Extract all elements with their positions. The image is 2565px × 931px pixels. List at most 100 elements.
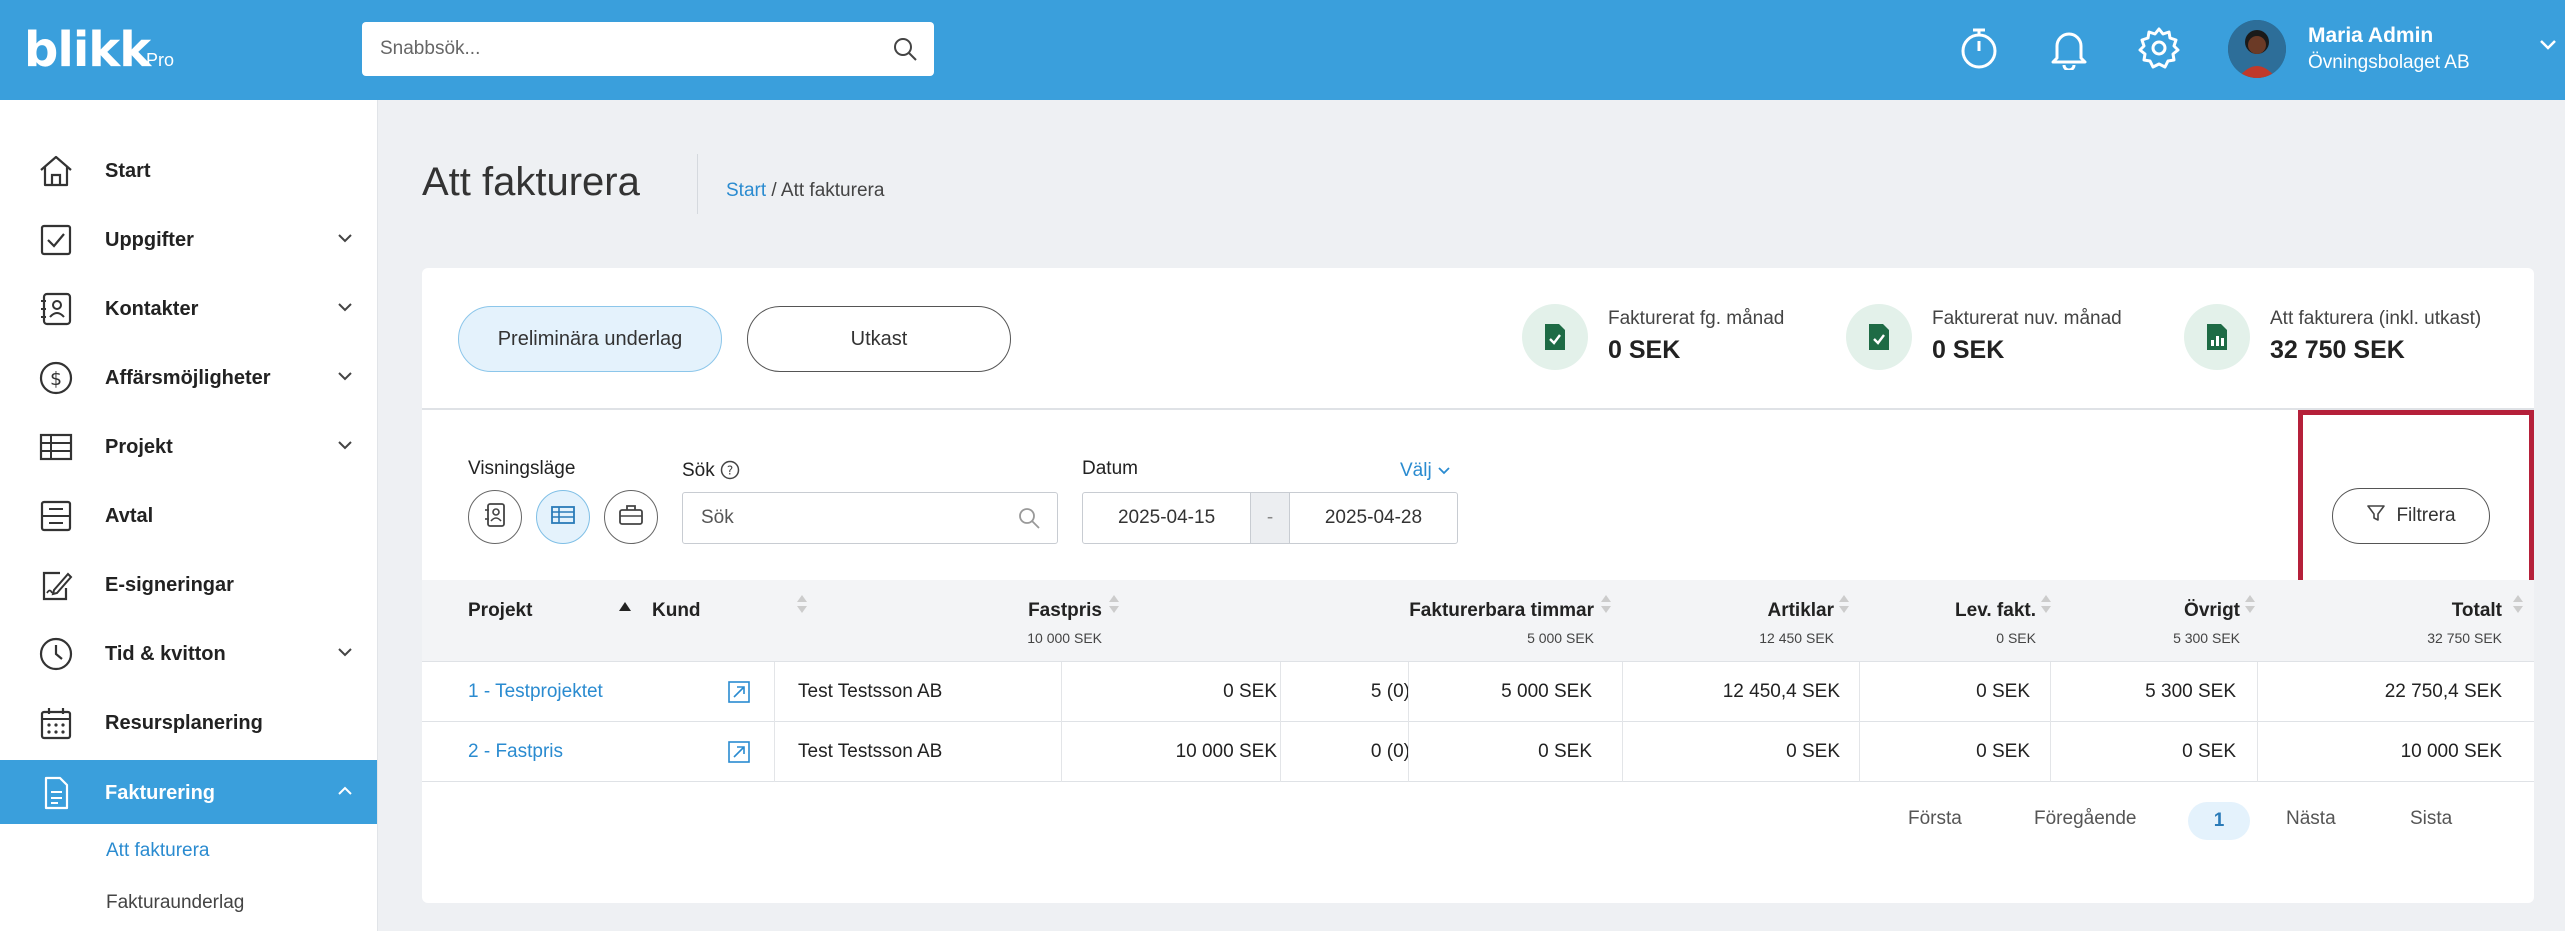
cell-hours-quantity: 0 (0)	[1370, 741, 1410, 762]
project-link[interactable]: 2 - Fastpris	[468, 722, 563, 782]
column-divider	[1859, 722, 1860, 782]
sort-icon[interactable]	[1838, 594, 1850, 619]
avatar[interactable]	[2228, 20, 2286, 78]
sidebar-item-label: Kontakter	[105, 298, 199, 320]
column-divider	[774, 722, 775, 782]
signature-icon	[38, 568, 74, 607]
search-icon[interactable]	[892, 36, 918, 67]
top-bar: blikk Pro Maria Admin Övningsbolaget AB	[0, 0, 2565, 100]
sidebar-item-kontakter[interactable]: Kontakter	[0, 276, 377, 340]
column-header-label: Artiklar	[1767, 600, 1834, 621]
app-logo-pro: Pro	[146, 50, 175, 70]
project-link-text[interactable]: 1 - Testprojektet	[468, 681, 603, 703]
sidebar-item-label: Affärsmöjligheter	[105, 367, 271, 389]
clock-icon	[38, 637, 74, 676]
column-divider	[1859, 662, 1860, 722]
quick-search-input[interactable]	[380, 22, 860, 76]
chevron-down-icon[interactable]	[337, 438, 353, 456]
pagination-last[interactable]: Sista	[2410, 808, 2452, 830]
cell-hours-quantity: 5 (0)	[1370, 681, 1410, 702]
sidebar-item-fakturering[interactable]: Fakturering	[0, 760, 377, 824]
page-title: Att fakturera	[422, 160, 640, 204]
sidebar-item-uppgifter[interactable]: Uppgifter	[0, 207, 377, 271]
user-organization[interactable]: Övningsbolaget AB	[2308, 52, 2470, 74]
title-divider	[697, 154, 698, 214]
column-divider	[2257, 662, 2258, 722]
cell-other: 5 300 SEK	[2145, 681, 2236, 702]
cell-fixed-price: 10 000 SEK	[1175, 741, 1277, 762]
pagination-current-page[interactable]: 1	[2188, 802, 2250, 840]
sidebar-subitem-fakturaunderlag[interactable]: Fakturaunderlag	[106, 892, 244, 914]
breadcrumb-start-link[interactable]: Start	[726, 180, 766, 201]
project-link[interactable]: 1 - Testprojektet	[468, 662, 603, 722]
column-header-subtotal: 0 SEK	[1996, 630, 2036, 646]
table-row[interactable]: 2 - Fastpris Test Testsson AB 10 000 SEK…	[422, 722, 2534, 782]
project-link-text[interactable]: 2 - Fastpris	[468, 741, 563, 763]
cell-billable-hours: 5 000 SEK	[1501, 681, 1592, 702]
cell-articles: 12 450,4 SEK	[1722, 681, 1840, 702]
chevron-down-icon[interactable]	[2538, 38, 2558, 57]
user-name[interactable]: Maria Admin	[2308, 24, 2433, 48]
home-icon	[38, 154, 74, 193]
sidebar-item-resursplanering[interactable]: Resursplanering	[0, 690, 377, 754]
column-header-supplier-invoices[interactable]: Lev. fakt. 0 SEK	[1852, 600, 2036, 646]
breadcrumb-separator: /	[766, 180, 781, 201]
sort-icon[interactable]	[2244, 594, 2256, 619]
dollar-icon: $	[38, 361, 74, 400]
column-divider	[2050, 722, 2051, 782]
sidebar-item-label: Uppgifter	[105, 229, 194, 251]
column-header-label: Övrigt	[2184, 600, 2240, 621]
external-link-icon[interactable]	[728, 741, 750, 768]
column-header-total[interactable]: Totalt 32 750 SEK	[2262, 600, 2502, 646]
breadcrumb: Start / Att fakturera	[726, 180, 884, 202]
sidebar: Start Uppgifter Kontakter $ Affärsmöjlig…	[0, 100, 378, 931]
checkbox-icon	[38, 223, 74, 262]
gear-icon[interactable]	[2138, 26, 2180, 75]
sidebar-item-affarsmojligheter[interactable]: $ Affärsmöjligheter	[0, 345, 377, 409]
column-divider	[1280, 722, 1281, 782]
sidebar-subitem-att-fakturera[interactable]: Att fakturera	[106, 840, 210, 862]
app-logo[interactable]: blikk	[24, 22, 151, 78]
chevron-down-icon[interactable]	[337, 231, 353, 249]
column-header-other[interactable]: Övrigt 5 300 SEK	[2062, 600, 2240, 646]
column-header-articles[interactable]: Artiklar 12 450 SEK	[1622, 600, 1834, 646]
sidebar-item-tid-kvitton[interactable]: Tid & kvitton	[0, 621, 377, 685]
sidebar-item-e-signeringar[interactable]: E-signeringar	[0, 552, 377, 616]
column-header-label: Totalt	[2451, 600, 2502, 621]
sidebar-item-label: Fakturering	[105, 782, 216, 804]
sort-icon[interactable]	[2040, 594, 2052, 619]
bell-icon[interactable]	[2048, 26, 2090, 75]
column-divider	[1408, 662, 1409, 722]
column-header-label: Lev. fakt.	[1955, 600, 2036, 621]
cell-customer: Test Testsson AB	[798, 681, 943, 702]
stopwatch-icon[interactable]	[1958, 26, 2000, 75]
column-divider	[2050, 662, 2051, 722]
cell-other: 0 SEK	[2182, 741, 2236, 762]
cell-billable-hours: 0 SEK	[1538, 741, 1592, 762]
contact-icon	[38, 292, 74, 331]
table-row[interactable]: 1 - Testprojektet Test Testsson AB 0 SEK…	[422, 662, 2534, 722]
sidebar-item-start[interactable]: Start	[0, 138, 377, 202]
document-icon	[38, 776, 74, 815]
sort-icon[interactable]	[2512, 594, 2524, 619]
table-layer: Artiklar 12 450 SEK Lev. fakt. 0 SEK Övr…	[422, 268, 2534, 903]
sidebar-item-projekt[interactable]: Projekt	[0, 414, 377, 478]
sidebar-item-label: Resursplanering	[105, 712, 263, 734]
column-divider	[1408, 722, 1409, 782]
table-icon	[38, 430, 74, 469]
pagination-next[interactable]: Nästa	[2286, 808, 2336, 830]
chevron-up-icon[interactable]	[337, 784, 353, 802]
sidebar-item-label: Start	[105, 160, 151, 182]
calendar-icon	[38, 706, 74, 745]
sidebar-item-label: E-signeringar	[105, 574, 234, 596]
chevron-down-icon[interactable]	[337, 645, 353, 663]
sidebar-item-avtal[interactable]: Avtal	[0, 483, 377, 547]
external-link-icon[interactable]	[728, 681, 750, 708]
table-header-right: Artiklar 12 450 SEK Lev. fakt. 0 SEK Övr…	[422, 580, 2534, 662]
cell-total: 22 750,4 SEK	[2384, 681, 2502, 702]
cell-articles: 0 SEK	[1786, 741, 1840, 762]
pagination-first[interactable]: Första	[1908, 808, 1962, 830]
pagination-previous[interactable]: Föregående	[2034, 808, 2136, 830]
chevron-down-icon[interactable]	[337, 300, 353, 318]
chevron-down-icon[interactable]	[337, 369, 353, 387]
